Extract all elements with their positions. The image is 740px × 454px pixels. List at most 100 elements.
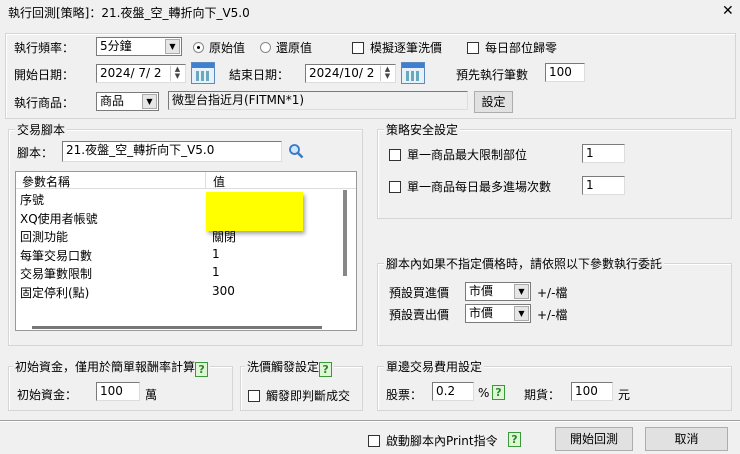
safety-group: 策略安全設定 (377, 121, 732, 219)
table-header: 參數名稱 值 (16, 172, 356, 189)
cb-tick-sim-label: 模擬逐筆洗價 (370, 41, 443, 55)
cb-max-entries[interactable]: 單一商品每日最多進場次數 (389, 178, 551, 195)
price-group: 腳本內如果不指定價格時，請依照以下參數執行委託 (377, 255, 732, 346)
chevron-down-icon: ▼ (514, 306, 529, 321)
fee-group-label: 單邊交易費用設定 (384, 358, 485, 375)
sell-select[interactable]: 市價 ▼ (465, 304, 531, 323)
max-position-label: 單一商品最大限制部位 (407, 148, 528, 162)
cb-daily-zero[interactable]: 每日部位歸零 (467, 39, 557, 56)
max-entries-label: 單一商品每日最多進場次數 (407, 180, 552, 194)
vertical-scrollbar[interactable] (343, 190, 347, 276)
chevron-down-icon: ▼ (142, 94, 157, 109)
calendar-icon[interactable] (191, 62, 215, 84)
stock-fee-unit: % (478, 386, 490, 400)
spinner-icon[interactable]: ▲ ▼ (170, 66, 184, 81)
buy-select[interactable]: 市價 ▼ (465, 282, 531, 301)
param-name: 交易筆數限制 (20, 267, 93, 281)
start-backtest-button[interactable]: 開始回測 (555, 427, 633, 451)
freq-label: 執行頻率： (14, 41, 75, 55)
sell-unit: +/-檔 (537, 308, 568, 322)
radio-restored-label: 還原值 (276, 41, 313, 55)
product-type-select[interactable]: 商品 ▼ (96, 92, 159, 111)
preexec-label: 預先執行筆數 (456, 68, 529, 82)
redaction-block (206, 192, 303, 231)
stock-fee-input[interactable]: 0.2 (432, 382, 474, 401)
radio-original[interactable]: 原始值 (193, 39, 245, 56)
product-field: 微型台指近月(FITMN*1) (168, 91, 468, 110)
futures-fee-input[interactable]: 100 (571, 382, 613, 401)
futures-fee-unit: 元 (618, 388, 631, 402)
capital-group-label: 初始資金，僅用於簡單報酬率計算? (13, 358, 211, 377)
trigger-group-label: 洗價觸發設定? (245, 358, 335, 377)
table-row[interactable]: 交易筆數限制 1 (16, 263, 356, 282)
param-value: 300 (212, 283, 235, 298)
cb-daily-zero-label: 每日部位歸零 (485, 41, 558, 55)
trigger-cb-label: 觸發即判斷成交 (266, 389, 351, 403)
end-date-label: 結束日期： (229, 68, 290, 82)
max-entries-input[interactable]: 1 (582, 176, 625, 195)
sell-value: 市價 (469, 306, 494, 320)
stock-fee-label: 股票： (386, 388, 423, 402)
param-name: 固定停利(點) (20, 285, 90, 300)
safety-group-label: 策略安全設定 (384, 121, 461, 138)
spinner-icon[interactable]: ▲ ▼ (380, 66, 394, 81)
radio-original-label: 原始值 (209, 41, 246, 55)
cb-max-position[interactable]: 單一商品最大限制部位 (389, 146, 527, 163)
start-date-input[interactable]: 2024/ 7/ 2 ▲ ▼ (96, 64, 186, 83)
param-name: 序號 (20, 193, 45, 207)
help-icon[interactable]: ? (319, 362, 333, 377)
script-label: 腳本： (17, 146, 54, 160)
close-icon[interactable]: ✕ (722, 3, 734, 19)
help-icon[interactable]: ? (508, 432, 521, 447)
price-group-label: 腳本內如果不指定價格時，請依照以下參數執行委託 (384, 255, 665, 272)
freq-select[interactable]: 5分鐘 ▼ (96, 37, 182, 56)
end-date-value: 2024/10/ 2 (309, 66, 375, 80)
set-product-button[interactable]: 設定 (474, 91, 513, 113)
start-date-value: 2024/ 7/ 2 (100, 66, 162, 80)
buy-unit: +/-檔 (537, 286, 568, 300)
end-date-input[interactable]: 2024/10/ 2 ▲ ▼ (305, 64, 396, 83)
capital-unit: 萬 (145, 388, 158, 402)
buy-value: 市價 (469, 284, 494, 298)
chevron-down-icon: ▼ (514, 284, 529, 299)
capital-input[interactable]: 100 (96, 382, 140, 401)
product-type-value: 商品 (100, 94, 125, 108)
preexec-input[interactable]: 100 (545, 63, 585, 82)
table-row[interactable]: 回測功能 關閉 (16, 226, 356, 245)
calendar-icon[interactable] (401, 62, 425, 84)
param-value: 1 (212, 246, 220, 261)
radio-restored[interactable]: 還原值 (260, 39, 312, 56)
cb-trigger[interactable]: 觸發即判斷成交 (248, 387, 350, 404)
param-name: 回測功能 (20, 230, 69, 244)
param-name: XQ使用者帳號 (20, 211, 98, 226)
sell-label: 預設賣出價 (389, 308, 450, 322)
param-value: 1 (212, 265, 220, 279)
cb-tick-sim[interactable]: 模擬逐筆洗價 (352, 39, 442, 56)
params-table: 參數名稱 值 序號 XQ使用者帳號 回測功能 關閉每筆交易口數 1 交易筆數限制 1 固定停利… (15, 171, 357, 331)
horizontal-scrollbar[interactable] (32, 326, 322, 329)
capital-label: 初始資金： (17, 388, 78, 402)
cb-print[interactable]: 啟動腳本內Print指令 (368, 432, 498, 449)
chevron-down-icon: ▼ (165, 39, 180, 54)
print-cb-label: 啟動腳本內Print指令 (386, 434, 498, 448)
product-label: 執行商品： (14, 96, 75, 110)
table-row[interactable]: 序號 (16, 189, 356, 208)
max-position-input[interactable]: 1 (582, 144, 625, 163)
start-date-label: 開始日期： (14, 68, 75, 82)
window-title: 執行回測[策略]：21.夜盤_空_轉折向下_V5.0 (8, 6, 250, 20)
table-row[interactable]: 固定停利(點) 300 (16, 282, 356, 301)
help-icon[interactable]: ? (492, 385, 505, 400)
param-name: 每筆交易口數 (20, 248, 93, 263)
script-group-label: 交易腳本 (15, 121, 68, 138)
table-row[interactable]: XQ使用者帳號 (16, 208, 356, 227)
futures-fee-label: 期貨： (524, 388, 561, 402)
cancel-button[interactable]: 取消 (645, 427, 728, 451)
help-icon[interactable]: ? (195, 362, 209, 377)
table-row[interactable]: 每筆交易口數 1 (16, 245, 356, 264)
buy-label: 預設買進價 (389, 286, 450, 300)
search-icon[interactable] (288, 143, 304, 159)
script-input[interactable]: 21.夜盤_空_轉折向下_V5.0 (62, 141, 282, 162)
freq-value: 5分鐘 (100, 39, 132, 53)
col-header-name[interactable]: 參數名稱 (22, 173, 70, 190)
col-header-value[interactable]: 值 (213, 173, 225, 190)
